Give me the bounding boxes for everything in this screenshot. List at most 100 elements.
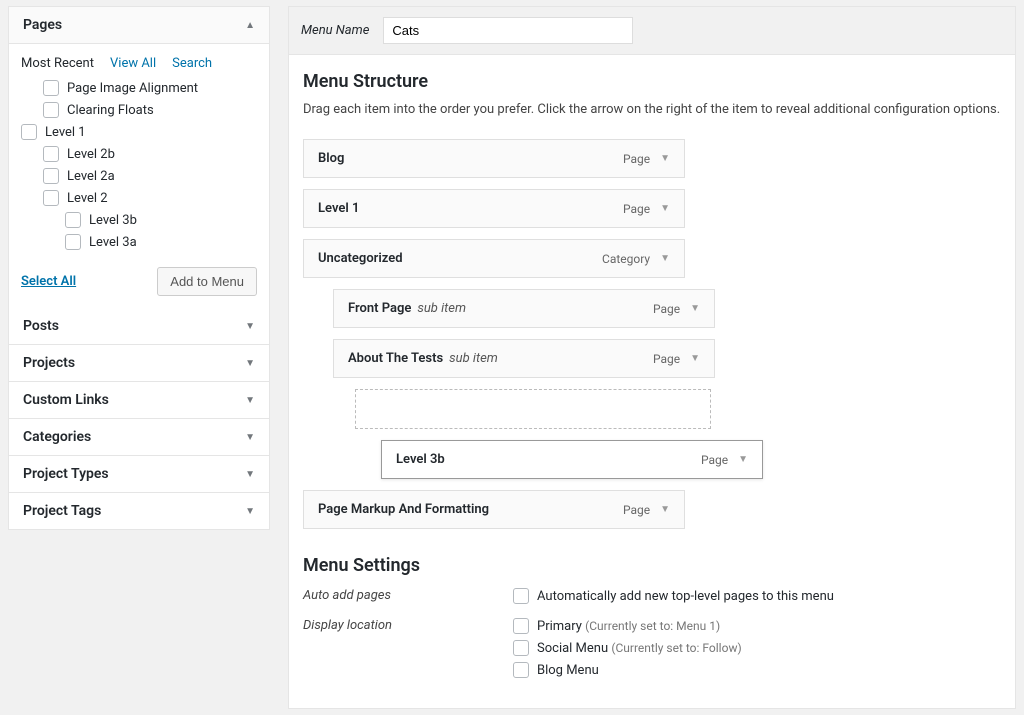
menu-item-sub-label: sub item <box>417 301 466 316</box>
panel-header[interactable]: Categories ▼ <box>9 418 269 455</box>
add-to-menu-button[interactable]: Add to Menu <box>157 267 257 296</box>
chevron-down-icon[interactable]: ▼ <box>690 303 700 314</box>
panel-header[interactable]: Custom Links ▼ <box>9 381 269 418</box>
page-checkbox[interactable] <box>43 102 59 118</box>
chevron-down-icon: ▼ <box>245 395 255 406</box>
display-location-label-text: Primary (Currently set to: Menu 1) <box>537 619 720 634</box>
menu-item-title: Level 1 <box>318 201 623 216</box>
menu-settings-title: Menu Settings <box>303 555 1001 576</box>
tab-search[interactable]: Search <box>172 56 212 71</box>
auto-add-pages-option[interactable]: Automatically add new top-level pages to… <box>513 588 834 604</box>
menu-item-title: Front Pagesub item <box>348 301 653 316</box>
panel-title: Categories <box>23 429 91 445</box>
display-location-label-text: Blog Menu <box>537 663 599 678</box>
page-label: Clearing Floats <box>67 103 154 118</box>
menu-item[interactable]: Front Pagesub itemPage ▼ <box>333 289 715 328</box>
page-checkbox[interactable] <box>65 234 81 250</box>
page-list-item: Level 2a <box>43 165 251 187</box>
page-checkbox[interactable] <box>21 124 37 140</box>
menu-item-title: Level 3b <box>396 452 701 467</box>
page-checkbox[interactable] <box>43 190 59 206</box>
menu-item[interactable]: Level 3bPage ▼ <box>381 440 763 479</box>
chevron-down-icon[interactable]: ▼ <box>660 153 670 164</box>
page-label: Level 2a <box>67 169 115 184</box>
page-checkbox[interactable] <box>65 212 81 228</box>
page-list-item: Clearing Floats <box>43 99 251 121</box>
menu-item-type: Page <box>653 302 680 316</box>
menu-item-type: Page <box>623 503 650 517</box>
display-location-label-text: Social Menu (Currently set to: Follow) <box>537 641 742 656</box>
menu-name-label: Menu Name <box>301 23 369 38</box>
chevron-down-icon[interactable]: ▼ <box>690 353 700 364</box>
menu-structure-title: Menu Structure <box>303 71 1001 92</box>
page-list-item: Page Image Alignment <box>43 77 251 99</box>
menu-item-type: Page <box>623 152 650 166</box>
menu-item[interactable]: Page Markup And FormattingPage ▼ <box>303 490 685 529</box>
auto-add-pages-checkbox[interactable] <box>513 588 529 604</box>
page-label: Level 3a <box>89 235 137 250</box>
panel-header[interactable]: Posts ▼ <box>9 308 269 344</box>
panel-header[interactable]: Project Types ▼ <box>9 455 269 492</box>
chevron-down-icon[interactable]: ▼ <box>660 203 670 214</box>
menu-item-type: Category <box>602 252 650 266</box>
drop-placeholder <box>355 389 711 429</box>
menu-item[interactable]: Level 1Page ▼ <box>303 189 685 228</box>
menu-item[interactable]: UncategorizedCategory ▼ <box>303 239 685 278</box>
menu-item[interactable]: BlogPage ▼ <box>303 139 685 178</box>
display-location-checkbox[interactable] <box>513 618 529 634</box>
chevron-down-icon: ▼ <box>245 358 255 369</box>
page-label: Level 3b <box>89 213 137 228</box>
display-location-hint: (Currently set to: Follow) <box>611 641 741 655</box>
panel-header[interactable]: Project Tags ▼ <box>9 492 269 529</box>
panel-title: Posts <box>23 318 59 334</box>
display-location-checkbox[interactable] <box>513 662 529 678</box>
page-label: Level 2 <box>67 191 108 206</box>
menu-item-title: Uncategorized <box>318 251 602 266</box>
panel-title: Custom Links <box>23 392 109 408</box>
display-location-label: Display location <box>303 618 453 633</box>
chevron-down-icon: ▼ <box>245 432 255 443</box>
menu-item-title: About The Testssub item <box>348 351 653 366</box>
menu-item-type: Page <box>701 453 728 467</box>
display-location-option[interactable]: Social Menu (Currently set to: Follow) <box>513 640 742 656</box>
select-all-link[interactable]: Select All <box>21 274 76 289</box>
page-list-item: Level 3a <box>65 231 251 253</box>
page-list: Page Image Alignment Clearing Floats Level… <box>21 77 257 253</box>
menu-item-title: Blog <box>318 151 623 166</box>
panel-header[interactable]: Projects ▼ <box>9 344 269 381</box>
auto-add-pages-label: Auto add pages <box>303 588 453 603</box>
menu-name-input[interactable] <box>383 17 633 44</box>
display-location-option[interactable]: Blog Menu <box>513 662 742 678</box>
menu-item-sub-label: sub item <box>449 351 498 366</box>
chevron-down-icon[interactable]: ▼ <box>660 253 670 264</box>
panel-pages-title: Pages <box>23 17 62 33</box>
page-checkbox[interactable] <box>43 168 59 184</box>
panel-title: Project Tags <box>23 503 101 519</box>
chevron-up-icon: ▲ <box>245 20 255 31</box>
menu-item-title: Page Markup And Formatting <box>318 502 623 517</box>
page-list-item: Level 1 <box>21 121 251 143</box>
page-list-item: Level 3b <box>65 209 251 231</box>
menu-structure-help: Drag each item into the order you prefer… <box>303 102 1001 117</box>
page-checkbox[interactable] <box>43 80 59 96</box>
tab-most-recent[interactable]: Most Recent <box>21 56 94 71</box>
page-checkbox[interactable] <box>43 146 59 162</box>
tab-view-all[interactable]: View All <box>110 56 156 71</box>
page-label: Page Image Alignment <box>67 81 198 96</box>
page-label: Level 2b <box>67 147 115 162</box>
chevron-down-icon[interactable]: ▼ <box>660 504 670 515</box>
menu-item[interactable]: About The Testssub itemPage▼ <box>333 339 715 378</box>
chevron-down-icon: ▼ <box>245 506 255 517</box>
chevron-down-icon: ▼ <box>245 469 255 480</box>
page-list-item: Level 2 <box>43 187 251 209</box>
display-location-hint: (Currently set to: Menu 1) <box>585 619 720 633</box>
page-list-item: Level 2b <box>43 143 251 165</box>
display-location-checkbox[interactable] <box>513 640 529 656</box>
panel-title: Projects <box>23 355 75 371</box>
panel-title: Project Types <box>23 466 109 482</box>
panel-pages-header[interactable]: Pages ▲ <box>9 7 269 43</box>
display-location-option[interactable]: Primary (Currently set to: Menu 1) <box>513 618 742 634</box>
menu-item-type: Page <box>623 202 650 216</box>
chevron-down-icon: ▼ <box>245 321 255 332</box>
chevron-down-icon[interactable]: ▼ <box>738 454 748 465</box>
